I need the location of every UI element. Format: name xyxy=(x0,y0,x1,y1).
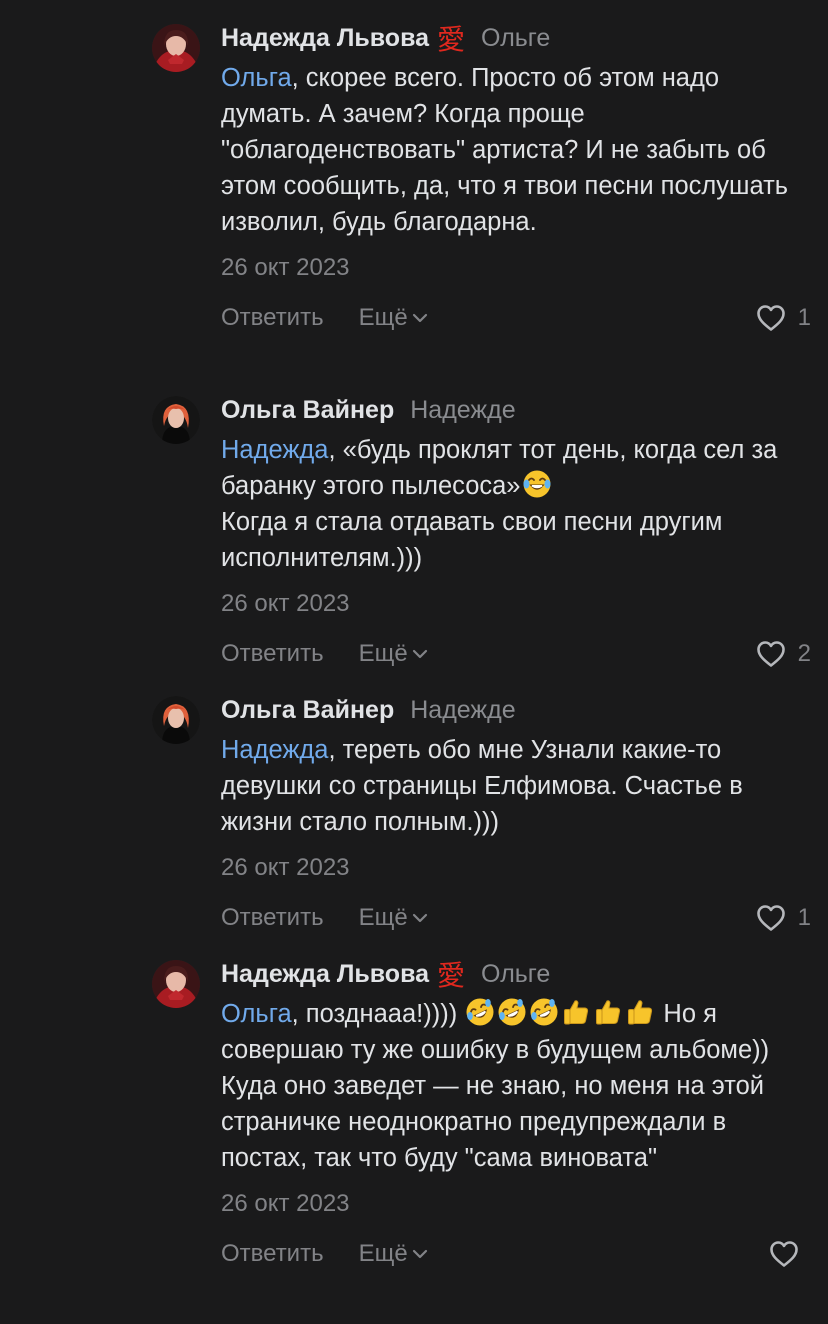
like-button[interactable]: 1 xyxy=(756,904,811,932)
like-count: 2 xyxy=(797,640,811,667)
heart-icon xyxy=(756,640,786,668)
comment-thread: Надежда Львова 愛 Ольге Ольга, скорее все… xyxy=(0,0,828,1324)
avatar-image xyxy=(152,696,200,744)
more-button[interactable]: Ещё xyxy=(359,640,428,668)
rolling-on-floor-laughing-emoji-icon xyxy=(497,997,527,1027)
heart-icon xyxy=(769,1240,799,1268)
avatar[interactable] xyxy=(152,696,200,744)
comment-body: Ольга Вайнер Надежде Надежда, «будь прок… xyxy=(221,390,811,674)
reply-to-link[interactable]: Ольге xyxy=(481,960,550,989)
chevron-down-icon xyxy=(412,913,428,923)
thumbs-up-emoji-icon xyxy=(593,997,623,1027)
comment-actions: Ответить Ещё xyxy=(221,1234,811,1274)
thumbs-up-emoji-icon xyxy=(625,997,655,1027)
comment-header: Ольга Вайнер Надежде xyxy=(221,690,811,730)
heart-icon xyxy=(756,904,786,932)
like-button[interactable] xyxy=(769,1240,811,1268)
more-label: Ещё xyxy=(358,640,408,667)
more-button[interactable]: Ещё xyxy=(359,304,428,332)
author-badge: 愛 xyxy=(437,959,466,992)
more-label: Ещё xyxy=(358,904,408,931)
comment-text: Надежда, «будь проклят тот день, когда с… xyxy=(221,432,811,576)
like-button[interactable]: 1 xyxy=(756,304,811,332)
more-button[interactable]: Ещё xyxy=(359,904,428,932)
comment-text: Ольга, скорее всего. Просто об этом надо… xyxy=(221,60,811,240)
thumbs-up-emoji-icon xyxy=(561,997,591,1027)
heart-icon xyxy=(756,304,786,332)
reply-to-link[interactable]: Надежде xyxy=(410,696,515,725)
comment-text-content-2: Когда я стала отдавать свои песни другим… xyxy=(221,508,723,572)
mention-link[interactable]: Ольга xyxy=(221,64,292,92)
author-badge: 愛 xyxy=(437,23,466,56)
comment-date: 26 окт 2023 xyxy=(221,854,350,881)
reply-button[interactable]: Ответить xyxy=(221,304,324,332)
author-name[interactable]: Надежда Львова xyxy=(221,960,429,989)
more-button[interactable]: Ещё xyxy=(359,1240,428,1268)
avatar[interactable] xyxy=(152,24,200,72)
more-label: Ещё xyxy=(358,304,408,331)
comment-header: Надежда Львова 愛 Ольге xyxy=(221,954,811,994)
avatar-image xyxy=(152,24,200,72)
mention-link[interactable]: Надежда xyxy=(221,736,329,764)
avatar[interactable] xyxy=(152,396,200,444)
comment-text-content: , скорее всего. Просто об этом надо дума… xyxy=(221,64,789,236)
reply-to-link[interactable]: Надежде xyxy=(410,396,515,425)
avatar-image xyxy=(152,396,200,444)
author-name[interactable]: Надежда Львова xyxy=(221,24,429,53)
like-count: 1 xyxy=(797,904,811,931)
comment-text: Надежда, тереть обо мне Узнали какие-то … xyxy=(221,732,811,840)
mention-link[interactable]: Ольга xyxy=(221,1000,292,1028)
comment-date: 26 окт 2023 xyxy=(221,1190,350,1217)
author-name[interactable]: Ольга Вайнер xyxy=(221,696,394,725)
comment-text-pre: , позднааа!)))) xyxy=(291,1000,458,1028)
more-label: Ещё xyxy=(358,1240,408,1267)
chevron-down-icon xyxy=(412,313,428,323)
chevron-down-icon xyxy=(412,1249,428,1259)
comment-actions: Ответить Ещё 1 xyxy=(221,898,811,938)
reply-to-link[interactable]: Ольге xyxy=(481,24,550,53)
comment-header: Надежда Львова 愛 Ольге xyxy=(221,18,811,58)
chevron-down-icon xyxy=(412,649,428,659)
reply-button[interactable]: Ответить xyxy=(221,904,324,932)
comment-date: 26 окт 2023 xyxy=(221,590,350,617)
avatar[interactable] xyxy=(152,960,200,1008)
comment-header: Ольга Вайнер Надежде xyxy=(221,390,811,430)
comment-body: Ольга Вайнер Надежде Надежда, тереть обо… xyxy=(221,690,811,938)
author-name[interactable]: Ольга Вайнер xyxy=(221,396,394,425)
comment-body: Надежда Львова 愛 Ольге Ольга, позднааа!)… xyxy=(221,954,811,1274)
like-count: 1 xyxy=(797,304,811,331)
reply-button[interactable]: Ответить xyxy=(221,1240,324,1268)
reply-button[interactable]: Ответить xyxy=(221,640,324,668)
avatar-image xyxy=(152,960,200,1008)
rolling-on-floor-laughing-emoji-icon xyxy=(529,997,559,1027)
like-button[interactable]: 2 xyxy=(756,640,811,668)
rolling-on-floor-laughing-emoji-icon xyxy=(465,997,495,1027)
mention-link[interactable]: Надежда xyxy=(221,436,329,464)
comment-actions: Ответить Ещё 1 xyxy=(221,298,811,338)
tears-of-joy-emoji-icon xyxy=(522,469,552,499)
comment-body: Надежда Львова 愛 Ольге Ольга, скорее все… xyxy=(221,18,811,338)
comment-date: 26 окт 2023 xyxy=(221,254,350,281)
comment-text: Ольга, позднааа!)))) Но я совершаю ту же… xyxy=(221,996,811,1176)
comment-actions: Ответить Ещё 2 xyxy=(221,634,811,674)
